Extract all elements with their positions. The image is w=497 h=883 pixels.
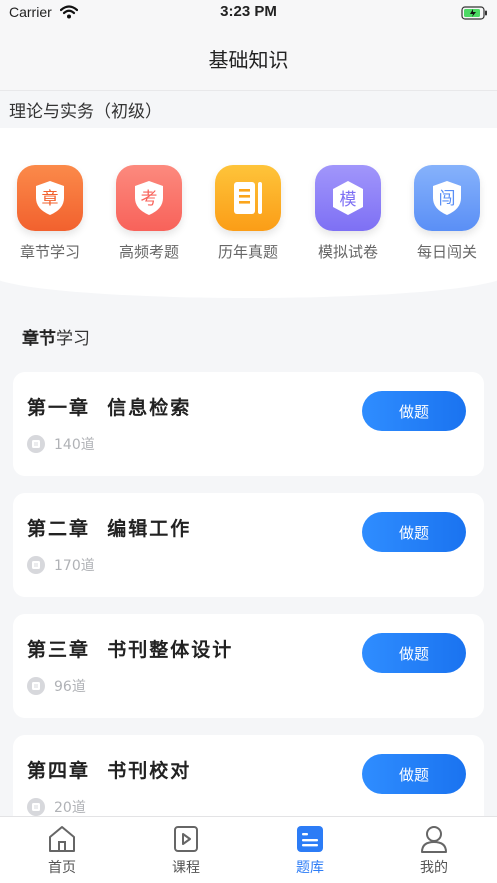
practice-button[interactable]: 做题	[362, 754, 466, 794]
screen: Carrier 3:23 PM 基础知识 理论与实务（初级） 章 章节学习 考 …	[0, 0, 497, 883]
book-icon	[215, 165, 281, 231]
section-title: 章节学习	[22, 324, 90, 349]
course-play-icon	[136, 823, 236, 855]
exam-shield-icon: 考	[116, 165, 182, 231]
page-title: 基础知识	[208, 48, 289, 72]
tab-label: 课程	[172, 860, 200, 876]
chapter-name: 第四章 书刊校对	[27, 760, 192, 782]
category-label: 模拟试卷	[317, 243, 378, 261]
chapter-shield-icon: 章	[17, 165, 83, 231]
battery-icon	[461, 5, 489, 24]
question-count-icon	[27, 556, 45, 574]
practice-button[interactable]: 做题	[362, 512, 466, 552]
svg-text:闯: 闯	[439, 189, 456, 209]
practice-button[interactable]: 做题	[362, 633, 466, 673]
chapter-card[interactable]: 第三章 书刊整体设计 96道 做题	[13, 614, 484, 718]
svg-text:章: 章	[42, 189, 59, 209]
practice-button[interactable]: 做题	[362, 391, 466, 431]
tab-label: 首页	[48, 860, 76, 876]
question-bank-icon	[260, 823, 360, 855]
category-high-frequency[interactable]: 考 高频考题	[109, 165, 189, 262]
category-mock-exam[interactable]: 模 模拟试卷	[308, 165, 388, 262]
status-time: 3:23 PM	[220, 3, 277, 20]
chapter-name: 第二章 编辑工作	[27, 518, 192, 540]
mock-hexagon-icon: 模	[315, 165, 381, 231]
question-count: 140道	[54, 437, 95, 453]
status-bar: Carrier 3:23 PM	[0, 0, 497, 26]
category-panel: 章 章节学习 考 高频考题 历年真题 模 模拟试卷 闯 每日闯关	[0, 128, 497, 298]
question-count: 170道	[54, 558, 95, 574]
tab-question-bank[interactable]: 题库	[260, 823, 360, 877]
chapter-card[interactable]: 第一章 信息检索 140道 做题	[13, 372, 484, 476]
question-count: 96道	[54, 679, 86, 695]
chapter-name: 第一章 信息检索	[27, 397, 192, 419]
chapter-meta: 140道	[27, 434, 95, 454]
svg-text:模: 模	[340, 190, 357, 210]
tab-label: 我的	[420, 860, 448, 876]
tab-course[interactable]: 课程	[136, 823, 236, 877]
category-label: 章节学习	[19, 243, 80, 261]
question-count-icon	[27, 677, 45, 695]
chapter-meta: 170道	[27, 555, 95, 575]
profile-icon	[384, 823, 484, 855]
category-chapter-study[interactable]: 章 章节学习	[10, 165, 90, 262]
category-label: 每日闯关	[416, 243, 477, 261]
home-icon	[12, 823, 112, 855]
tab-label: 题库	[296, 860, 324, 876]
tab-bar: 首页 课程 题库 我的	[0, 816, 497, 883]
svg-text:考: 考	[141, 189, 158, 209]
challenge-shield-icon: 闯	[414, 165, 480, 231]
question-count-icon	[27, 435, 45, 453]
category-daily-challenge[interactable]: 闯 每日闯关	[407, 165, 487, 262]
section-title-bold: 章节	[22, 329, 56, 349]
chapter-card[interactable]: 第二章 编辑工作 170道 做题	[13, 493, 484, 597]
section-title-rest: 学习	[56, 329, 90, 349]
category-label: 高频考题	[118, 243, 179, 261]
navigation-bar: 基础知识	[0, 26, 497, 91]
subject-title: 理论与实务（初级）	[9, 102, 162, 122]
chapter-meta: 96道	[27, 676, 86, 696]
question-count-icon	[27, 798, 45, 816]
question-count: 20道	[54, 800, 86, 816]
tab-home[interactable]: 首页	[12, 823, 112, 877]
chapter-name: 第三章 书刊整体设计	[27, 639, 234, 661]
chapter-meta: 20道	[27, 797, 86, 817]
category-label: 历年真题	[217, 243, 278, 261]
category-past-papers[interactable]: 历年真题	[208, 165, 288, 262]
tab-profile[interactable]: 我的	[384, 823, 484, 877]
